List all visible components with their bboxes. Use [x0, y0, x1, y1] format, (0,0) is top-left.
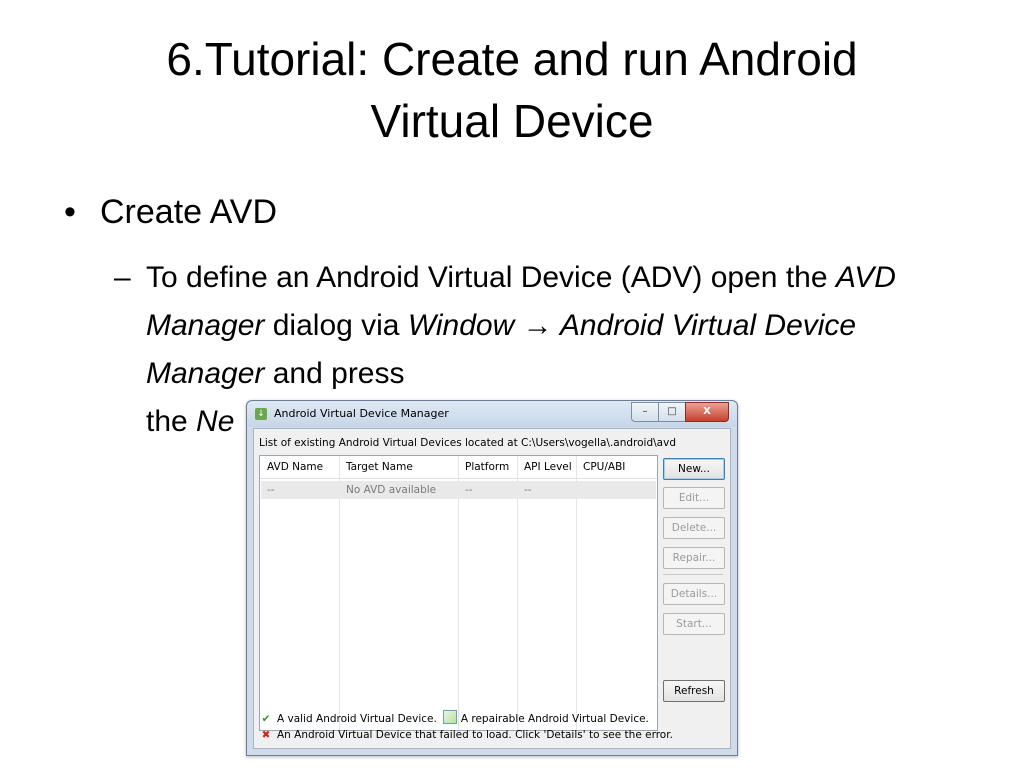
column-api-level[interactable]: API Level — [524, 461, 572, 473]
button-separator — [663, 574, 723, 575]
check-icon: ✔ — [261, 713, 271, 725]
repair-icon — [442, 710, 457, 724]
cell-target-name: No AVD available — [346, 484, 437, 496]
start-button[interactable]: Start... — [663, 613, 725, 635]
legend-failed: ✖ An Android Virtual Device that failed t… — [259, 729, 673, 741]
details-button[interactable]: Details... — [663, 583, 725, 605]
slide-title: 6.Tutorial: Create and run Android Virtu… — [60, 28, 964, 152]
cell-avd-name: -- — [267, 484, 275, 496]
sub-bullet-part1: To define an Android Virtual Device (ADV… — [146, 261, 836, 294]
dialog-title: Android Virtual Device Manager — [274, 407, 449, 420]
bullet-dot-icon: • — [64, 193, 76, 231]
minimize-button[interactable]: – — [631, 402, 659, 422]
avd-table[interactable]: AVD Name Target Name Platform API Level … — [259, 455, 658, 731]
slide-title-line2: Virtual Device — [370, 95, 654, 147]
column-avd-name[interactable]: AVD Name — [267, 461, 323, 473]
column-platform[interactable]: Platform — [465, 461, 509, 473]
sub-bullet-part3: and press — [264, 357, 405, 390]
bullet-create-avd-text: Create AVD — [100, 193, 278, 231]
android-app-icon: ↓ — [255, 408, 267, 420]
new-button[interactable]: New... — [663, 458, 725, 480]
column-target-name[interactable]: Target Name — [346, 461, 413, 473]
repair-button[interactable]: Repair... — [663, 547, 725, 569]
table-row[interactable]: -- No AVD available -- -- — [261, 481, 656, 499]
edit-button[interactable]: Edit... — [663, 487, 725, 509]
legend-failed-text: An Android Virtual Device that failed to… — [277, 729, 673, 741]
dialog-titlebar[interactable]: ↓ Android Virtual Device Manager – □ X — [247, 401, 737, 427]
avd-manager-dialog: ↓ Android Virtual Device Manager – □ X L… — [246, 400, 738, 756]
delete-button[interactable]: Delete... — [663, 517, 725, 539]
legend-repairable-text: A repairable Android Virtual Device. — [460, 713, 649, 725]
sub-bullet-dash: – — [114, 261, 131, 294]
sub-bullet-part2: dialog via — [264, 309, 408, 342]
cross-icon: ✖ — [261, 729, 271, 741]
close-button[interactable]: X — [685, 402, 729, 422]
cell-platform: -- — [465, 484, 473, 496]
avd-path-label: List of existing Android Virtual Devices… — [259, 437, 676, 449]
sub-bullet-part4: the — [146, 405, 197, 438]
refresh-button[interactable]: Refresh — [663, 680, 725, 702]
column-cpu-abi[interactable]: CPU/ABI — [583, 461, 625, 473]
window-controls: – □ X — [631, 402, 729, 422]
legend-valid-text: A valid Android Virtual Device. — [277, 713, 437, 725]
sub-bullet-em-new: Ne — [196, 405, 235, 438]
maximize-button[interactable]: □ — [658, 402, 686, 422]
slide-title-line1: 6.Tutorial: Create and run Android — [166, 33, 858, 85]
dialog-client-area: List of existing Android Virtual Devices… — [253, 428, 731, 749]
cell-api-level: -- — [524, 484, 532, 496]
legend-valid-repairable: ✔ A valid Android Virtual Device. A repair… — [259, 710, 649, 725]
bullet-create-avd: • Create AVD — [64, 190, 277, 234]
